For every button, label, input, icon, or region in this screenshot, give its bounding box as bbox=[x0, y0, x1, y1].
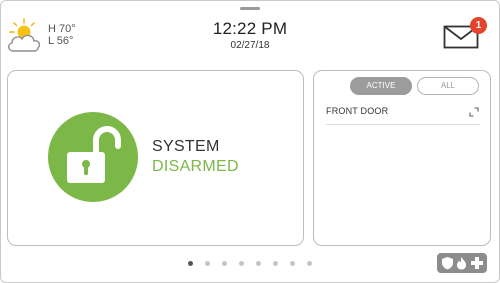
unlocked-padlock-icon bbox=[67, 126, 121, 183]
emergency-button[interactable] bbox=[437, 253, 487, 273]
shield-icon bbox=[442, 257, 453, 270]
messages-button[interactable]: 1 bbox=[443, 17, 491, 53]
tab-all[interactable]: ALL bbox=[417, 77, 479, 95]
sensor-list-card: ACTIVE ALL FRONT DOOR bbox=[313, 70, 491, 246]
weather-widget[interactable]: H 70° L 56° bbox=[6, 17, 96, 57]
sensor-row[interactable]: FRONT DOOR bbox=[326, 101, 480, 125]
tab-active[interactable]: ACTIVE bbox=[350, 77, 412, 95]
medical-cross-icon bbox=[471, 257, 483, 269]
page-indicator bbox=[0, 261, 500, 266]
unread-badge: 1 bbox=[470, 17, 487, 34]
door-open-icon bbox=[469, 107, 479, 117]
security-status-card[interactable]: SYSTEM DISARMED bbox=[7, 70, 304, 246]
lock-badge bbox=[48, 112, 138, 202]
system-label: SYSTEM bbox=[152, 138, 220, 155]
page-dot[interactable] bbox=[188, 261, 193, 266]
clock-time: 12:22 PM bbox=[212, 19, 288, 38]
page-dot[interactable] bbox=[222, 261, 227, 266]
page-dot[interactable] bbox=[205, 261, 210, 266]
partly-cloudy-icon bbox=[8, 18, 41, 52]
sensor-filter-tabs: ACTIVE ALL bbox=[350, 77, 480, 95]
sensor-name: FRONT DOOR bbox=[326, 106, 389, 116]
page-dot[interactable] bbox=[290, 261, 295, 266]
high-temperature: H 70° bbox=[48, 23, 76, 35]
clock-date: 02/27/18 bbox=[230, 40, 270, 51]
page-dot[interactable] bbox=[256, 261, 261, 266]
page-dot[interactable] bbox=[239, 261, 244, 266]
fire-icon bbox=[457, 257, 466, 270]
page-dot[interactable] bbox=[273, 261, 278, 266]
low-temperature: L 56° bbox=[48, 35, 74, 47]
pull-down-handle[interactable] bbox=[240, 7, 260, 10]
page-dot[interactable] bbox=[307, 261, 312, 266]
arm-state-label: DISARMED bbox=[152, 158, 239, 175]
